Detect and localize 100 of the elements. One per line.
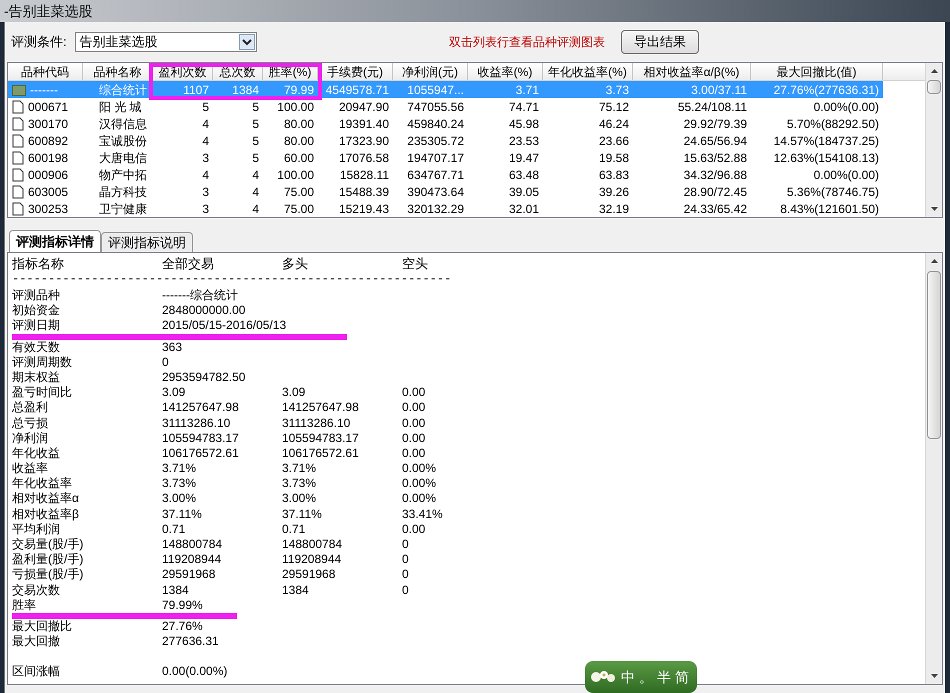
table-cell-text: 综合统计: [98, 82, 147, 98]
metric-name: 平均利润: [12, 522, 61, 537]
table-cell-text: 5: [252, 98, 259, 116]
tab[interactable]: 评测指标详情: [9, 230, 101, 252]
metric-value: 27.76%: [162, 618, 204, 634]
table-cell-text: 80.00: [284, 132, 314, 150]
scrollbar[interactable]: [925, 63, 942, 217]
table-cell-text: 600892: [28, 132, 68, 150]
metric-value: 363: [162, 340, 184, 355]
table-cell-text: 60.00: [284, 150, 314, 166]
table-cell-text: 4: [202, 116, 209, 132]
metric-name: 相对收益率α: [12, 491, 80, 507]
table-cell-text: 5: [252, 150, 259, 166]
ime-status-bar[interactable]: 中 。 半 简: [585, 661, 697, 693]
scroll-thumb[interactable]: [927, 271, 941, 439]
metric-value: 106176572.61: [162, 446, 240, 462]
scrollbar[interactable]: [925, 253, 942, 684]
table-cell-text: 63.48: [508, 166, 539, 184]
table-row[interactable]: 603005 晶方科技 3 4 75.00 15488.39 390473.64 39.05 39.26 28.90/72.45 5.36%(78746.75): [8, 183, 883, 200]
table-cell-text: 300170: [28, 116, 68, 132]
column-header[interactable]: 收益率(%): [468, 63, 543, 80]
table-cell-text: 0.00%(0.00): [814, 166, 879, 184]
metric-name: 收益率: [12, 461, 49, 476]
metric-value: 0.00%: [402, 461, 438, 476]
table-cell-text: 75.12: [598, 98, 629, 116]
tab[interactable]: 评测指标说明: [101, 232, 193, 252]
metric-name: 评测品种: [12, 288, 61, 304]
metric-name: 交易次数: [12, 582, 61, 598]
column-header[interactable]: 品种名称: [83, 63, 153, 80]
table-cell-text: 32.01: [508, 200, 539, 218]
table-cell-text: 000671: [28, 98, 68, 116]
hint-text: 双击列表行查看品种评测图表: [449, 34, 605, 51]
metric-value: 31113286.10: [162, 416, 232, 431]
column-header[interactable]: 年化收益率(%): [543, 63, 633, 80]
table-cell-text: 75.00: [284, 184, 314, 200]
folder-icon: [12, 84, 26, 96]
column-header[interactable]: 净利润(元): [393, 63, 468, 80]
table-cell-text: 12.63%(154108.13): [774, 150, 879, 166]
table-row[interactable]: 000906 物产中拓 4 4 100.00 15828.11 634767.71 63.48 63.83 34.32/96.88 0.00%(0.00): [8, 166, 883, 183]
table-cell-text: 19.58: [598, 150, 629, 166]
table-cell-text: 15828.11: [340, 166, 389, 184]
column-header[interactable]: 手续费(元): [318, 63, 393, 80]
column-header: 指标名称: [12, 256, 65, 272]
metric-name: 有效天数: [12, 340, 61, 355]
metric-value: 0.00(0.00%): [162, 664, 228, 680]
metric-value: 3.09: [162, 385, 186, 400]
table-cell-text: 55.24/108.11: [678, 98, 747, 116]
table-row[interactable]: 000671 阳 光 城 5 5 100.00 20947.90 747055.56 74.71 75.12 55.24/108.11 0.00%(0.00): [8, 98, 883, 115]
metric-value: 29591968: [282, 567, 336, 583]
table-row[interactable]: 600892 宝诚股份 4 5 80.00 17323.90 235305.72 23.53 23.66 24.65/56.94 14.57%(184737.25): [8, 132, 883, 149]
metric-value: 3.71%: [162, 461, 198, 476]
table-cell-text: 27.76%(277636.31): [774, 82, 879, 98]
metric-value: -------综合统计: [162, 288, 239, 304]
table-cell-text: 1384: [232, 82, 259, 98]
ime-indicator[interactable]: 。: [639, 666, 653, 688]
metric-value: 0: [162, 354, 170, 370]
metric-value: 2848000000.00: [162, 303, 246, 318]
metric-name: 盈利量(股/手): [12, 552, 84, 568]
table-cell-text: 15488.39: [338, 184, 389, 200]
table-cell-text: 300253: [28, 200, 68, 218]
metric-value: 0: [402, 552, 410, 568]
table-cell-text: 1055947...: [407, 82, 464, 98]
scroll-thumb[interactable]: [927, 80, 941, 94]
column-header[interactable]: 总次数: [213, 63, 263, 80]
ime-indicator[interactable]: 简: [675, 666, 689, 688]
metric-name: 总亏损: [12, 416, 49, 431]
metric-value: 0: [402, 582, 410, 598]
metric-name: 期末权益: [12, 370, 61, 386]
table-cell-text: 阳 光 城: [98, 98, 142, 116]
column-header[interactable]: 最大回撤比(值): [751, 63, 883, 80]
window-title: -告别韭菜选股: [4, 2, 93, 20]
ime-indicator[interactable]: 半: [657, 666, 671, 688]
table-cell-text: 17323.90: [338, 132, 389, 150]
table-cell-text: 3.00/37.11: [691, 82, 747, 98]
table-cell-text: 0.00%(0.00): [814, 98, 879, 116]
table-cell-text: 23.53: [508, 132, 539, 150]
export-button[interactable]: 导出结果: [621, 30, 699, 54]
metric-value: 2953594782.50: [162, 370, 246, 386]
metric-value: 37.11%: [282, 506, 323, 522]
table-row[interactable]: 300170 汉得信息 4 5 80.00 19391.40 459840.24 45.98 46.24 29.92/79.39 5.70%(88292.50): [8, 115, 883, 132]
document-icon: [12, 168, 24, 182]
table-row[interactable]: 600198 大唐电信 3 5 60.00 17076.58 194707.17 19.47 19.58 15.63/52.88 12.63%(154108.13): [8, 149, 883, 166]
column-header[interactable]: 品种代码: [8, 63, 83, 80]
metric-value: 0: [402, 537, 410, 552]
table-cell-text: 15219.43: [338, 200, 389, 218]
table-row[interactable]: 300253 卫宁健康 3 4 75.00 15219.43 320132.29 32.01 32.19 24.33/65.42 8.43%(121601.50): [8, 200, 883, 217]
table-cell-text: 39.26: [598, 184, 629, 200]
table-cell-text: 32.19: [598, 200, 629, 218]
column-header: 全部交易: [162, 256, 215, 272]
column-header[interactable]: 胜率(%): [263, 63, 318, 80]
table-cell-text: 100.00: [277, 166, 314, 184]
column-header: 空头: [402, 256, 429, 272]
ime-indicator[interactable]: 中: [621, 666, 635, 688]
metric-name: 评测周期数: [12, 354, 73, 370]
table-cell-text: 汉得信息: [98, 116, 147, 132]
table-cell-text: 79.99: [284, 82, 314, 98]
condition-dropdown[interactable]: 告别韭菜选股: [74, 32, 257, 52]
table-cell-text: 19391.40: [338, 116, 389, 132]
column-header[interactable]: 相对收益率α/β(%): [633, 63, 751, 80]
metric-value: 0: [402, 567, 410, 583]
